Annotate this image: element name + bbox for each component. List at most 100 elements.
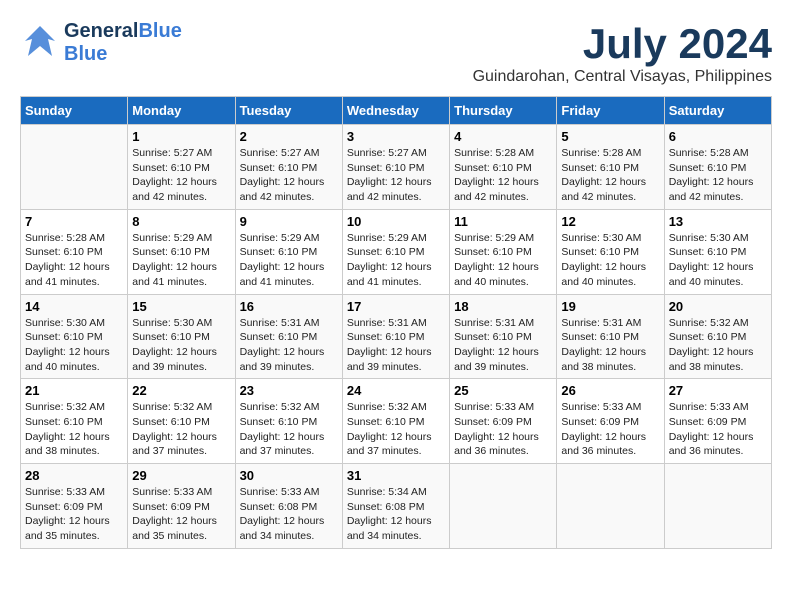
- day-of-week-header: Sunday: [21, 97, 128, 125]
- calendar-cell: 13 Sunrise: 5:30 AM Sunset: 6:10 PM Dayli…: [664, 209, 771, 294]
- calendar-cell: 16 Sunrise: 5:31 AM Sunset: 6:10 PM Dayli…: [235, 294, 342, 379]
- day-info: Sunrise: 5:29 AM Sunset: 6:10 PM Dayligh…: [240, 231, 338, 290]
- calendar-cell: 26 Sunrise: 5:33 AM Sunset: 6:09 PM Dayli…: [557, 379, 664, 464]
- calendar-header-row: SundayMondayTuesdayWednesdayThursdayFrid…: [21, 97, 772, 125]
- logo-blue-label: Blue: [64, 43, 182, 66]
- day-info: Sunrise: 5:30 AM Sunset: 6:10 PM Dayligh…: [25, 316, 123, 375]
- day-number: 25: [454, 383, 552, 398]
- calendar-cell: 6 Sunrise: 5:28 AM Sunset: 6:10 PM Daylig…: [664, 125, 771, 210]
- logo-text: GeneralBlue Blue: [64, 20, 182, 66]
- day-number: 2: [240, 129, 338, 144]
- day-info: Sunrise: 5:27 AM Sunset: 6:10 PM Dayligh…: [132, 146, 230, 205]
- day-info: Sunrise: 5:29 AM Sunset: 6:10 PM Dayligh…: [132, 231, 230, 290]
- day-info: Sunrise: 5:28 AM Sunset: 6:10 PM Dayligh…: [669, 146, 767, 205]
- page-title: July 2024: [473, 20, 772, 68]
- page-header: GeneralBlue Blue July 2024 Guindarohan, …: [20, 20, 772, 86]
- day-info: Sunrise: 5:33 AM Sunset: 6:09 PM Dayligh…: [132, 485, 230, 544]
- day-info: Sunrise: 5:32 AM Sunset: 6:10 PM Dayligh…: [669, 316, 767, 375]
- day-info: Sunrise: 5:27 AM Sunset: 6:10 PM Dayligh…: [347, 146, 445, 205]
- calendar-cell: 27 Sunrise: 5:33 AM Sunset: 6:09 PM Dayli…: [664, 379, 771, 464]
- day-number: 18: [454, 299, 552, 314]
- day-info: Sunrise: 5:29 AM Sunset: 6:10 PM Dayligh…: [454, 231, 552, 290]
- day-of-week-header: Monday: [128, 97, 235, 125]
- day-number: 7: [25, 214, 123, 229]
- day-info: Sunrise: 5:33 AM Sunset: 6:09 PM Dayligh…: [561, 400, 659, 459]
- page-subtitle: Guindarohan, Central Visayas, Philippine…: [473, 68, 772, 86]
- day-number: 20: [669, 299, 767, 314]
- day-info: Sunrise: 5:33 AM Sunset: 6:09 PM Dayligh…: [25, 485, 123, 544]
- day-info: Sunrise: 5:32 AM Sunset: 6:10 PM Dayligh…: [240, 400, 338, 459]
- calendar-cell: 22 Sunrise: 5:32 AM Sunset: 6:10 PM Dayli…: [128, 379, 235, 464]
- day-info: Sunrise: 5:30 AM Sunset: 6:10 PM Dayligh…: [561, 231, 659, 290]
- day-number: 27: [669, 383, 767, 398]
- calendar-week-row: 7 Sunrise: 5:28 AM Sunset: 6:10 PM Daylig…: [21, 209, 772, 294]
- day-info: Sunrise: 5:31 AM Sunset: 6:10 PM Dayligh…: [240, 316, 338, 375]
- logo: GeneralBlue Blue: [20, 20, 182, 66]
- day-number: 1: [132, 129, 230, 144]
- day-info: Sunrise: 5:33 AM Sunset: 6:09 PM Dayligh…: [454, 400, 552, 459]
- day-of-week-header: Friday: [557, 97, 664, 125]
- day-info: Sunrise: 5:32 AM Sunset: 6:10 PM Dayligh…: [25, 400, 123, 459]
- calendar-cell: 2Sunrise: 5:27 AM Sunset: 6:10 PM Daylig…: [235, 125, 342, 210]
- day-number: 29: [132, 468, 230, 483]
- day-number: 19: [561, 299, 659, 314]
- calendar-body: 1 Sunrise: 5:27 AM Sunset: 6:10 PM Daylig…: [21, 125, 772, 549]
- day-number: 13: [669, 214, 767, 229]
- calendar-cell: 3 Sunrise: 5:27 AM Sunset: 6:10 PM Daylig…: [342, 125, 449, 210]
- day-number: 31: [347, 468, 445, 483]
- day-number: 24: [347, 383, 445, 398]
- calendar-cell: 19Sunrise: 5:31 AM Sunset: 6:10 PM Dayli…: [557, 294, 664, 379]
- day-number: 4: [454, 129, 552, 144]
- calendar-cell: 20 Sunrise: 5:32 AM Sunset: 6:10 PM Dayli…: [664, 294, 771, 379]
- day-info: Sunrise: 5:33 AM Sunset: 6:09 PM Dayligh…: [669, 400, 767, 459]
- calendar-cell: 23Sunrise: 5:32 AM Sunset: 6:10 PM Dayli…: [235, 379, 342, 464]
- day-number: 15: [132, 299, 230, 314]
- calendar-cell: 14 Sunrise: 5:30 AM Sunset: 6:10 PM Dayli…: [21, 294, 128, 379]
- calendar-week-row: 21 Sunrise: 5:32 AM Sunset: 6:10 PM Dayli…: [21, 379, 772, 464]
- day-info: Sunrise: 5:28 AM Sunset: 6:10 PM Dayligh…: [25, 231, 123, 290]
- calendar-cell: 21 Sunrise: 5:32 AM Sunset: 6:10 PM Dayli…: [21, 379, 128, 464]
- calendar-cell: 31 Sunrise: 5:34 AM Sunset: 6:08 PM Dayli…: [342, 464, 449, 549]
- day-info: Sunrise: 5:32 AM Sunset: 6:10 PM Dayligh…: [347, 400, 445, 459]
- calendar-cell: 24 Sunrise: 5:32 AM Sunset: 6:10 PM Dayli…: [342, 379, 449, 464]
- day-info: Sunrise: 5:30 AM Sunset: 6:10 PM Dayligh…: [669, 231, 767, 290]
- calendar-cell: 5 Sunrise: 5:28 AM Sunset: 6:10 PM Daylig…: [557, 125, 664, 210]
- calendar-cell: [664, 464, 771, 549]
- calendar-cell: 10Sunrise: 5:29 AM Sunset: 6:10 PM Dayli…: [342, 209, 449, 294]
- day-info: Sunrise: 5:32 AM Sunset: 6:10 PM Dayligh…: [132, 400, 230, 459]
- day-number: 10: [347, 214, 445, 229]
- day-number: 17: [347, 299, 445, 314]
- day-number: 21: [25, 383, 123, 398]
- calendar-cell: 17Sunrise: 5:31 AM Sunset: 6:10 PM Dayli…: [342, 294, 449, 379]
- day-number: 26: [561, 383, 659, 398]
- day-info: Sunrise: 5:28 AM Sunset: 6:10 PM Dayligh…: [561, 146, 659, 205]
- calendar-week-row: 1 Sunrise: 5:27 AM Sunset: 6:10 PM Daylig…: [21, 125, 772, 210]
- day-number: 3: [347, 129, 445, 144]
- calendar-cell: [21, 125, 128, 210]
- calendar-cell: 7 Sunrise: 5:28 AM Sunset: 6:10 PM Daylig…: [21, 209, 128, 294]
- calendar-cell: 30Sunrise: 5:33 AM Sunset: 6:08 PM Dayli…: [235, 464, 342, 549]
- day-of-week-header: Tuesday: [235, 97, 342, 125]
- day-info: Sunrise: 5:33 AM Sunset: 6:08 PM Dayligh…: [240, 485, 338, 544]
- calendar-cell: 25 Sunrise: 5:33 AM Sunset: 6:09 PM Dayli…: [450, 379, 557, 464]
- day-number: 12: [561, 214, 659, 229]
- title-section: July 2024 Guindarohan, Central Visayas, …: [473, 20, 772, 86]
- calendar-cell: 11Sunrise: 5:29 AM Sunset: 6:10 PM Dayli…: [450, 209, 557, 294]
- day-number: 28: [25, 468, 123, 483]
- day-number: 9: [240, 214, 338, 229]
- logo-bird-icon: [20, 21, 60, 66]
- day-info: Sunrise: 5:31 AM Sunset: 6:10 PM Dayligh…: [454, 316, 552, 375]
- day-info: Sunrise: 5:34 AM Sunset: 6:08 PM Dayligh…: [347, 485, 445, 544]
- calendar-cell: 29 Sunrise: 5:33 AM Sunset: 6:09 PM Dayli…: [128, 464, 235, 549]
- calendar-cell: 8Sunrise: 5:29 AM Sunset: 6:10 PM Daylig…: [128, 209, 235, 294]
- calendar-cell: [557, 464, 664, 549]
- day-number: 5: [561, 129, 659, 144]
- calendar-week-row: 14 Sunrise: 5:30 AM Sunset: 6:10 PM Dayli…: [21, 294, 772, 379]
- day-info: Sunrise: 5:30 AM Sunset: 6:10 PM Dayligh…: [132, 316, 230, 375]
- day-number: 22: [132, 383, 230, 398]
- day-of-week-header: Thursday: [450, 97, 557, 125]
- day-number: 16: [240, 299, 338, 314]
- day-number: 6: [669, 129, 767, 144]
- day-number: 14: [25, 299, 123, 314]
- calendar-cell: 28 Sunrise: 5:33 AM Sunset: 6:09 PM Dayli…: [21, 464, 128, 549]
